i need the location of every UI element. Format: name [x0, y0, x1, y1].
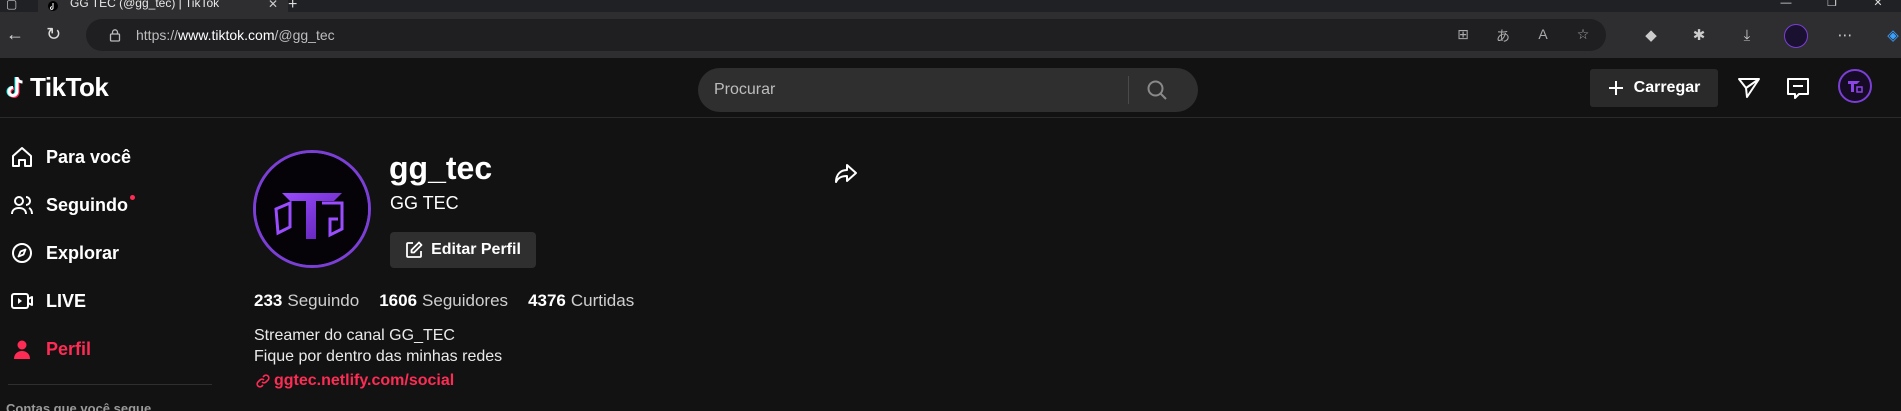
user-avatar[interactable] — [1838, 69, 1872, 103]
profile-link-text: ggtec.netlify.com/social — [274, 372, 455, 389]
copilot-icon[interactable]: ◈ — [1882, 25, 1901, 47]
inbox-icon[interactable] — [1785, 75, 1811, 101]
close-window-icon[interactable]: ✕ — [1855, 0, 1901, 12]
restore-icon[interactable]: ❐ — [1809, 0, 1855, 12]
following-stat[interactable]: 233 Seguindo — [254, 291, 359, 311]
profile-nickname: GG TEC — [390, 193, 459, 213]
logo-text: TikTok — [30, 72, 109, 102]
upload-button[interactable]: Carregar — [1590, 69, 1718, 107]
profile-username: gg_tec — [389, 150, 493, 186]
sidebar-item-live[interactable]: LIVE — [0, 277, 215, 325]
browser-tab-active[interactable]: GG TEC (@gg_tec) | TikTok ✕ — [38, 0, 288, 12]
edit-icon — [406, 241, 423, 258]
sidebar-item-following[interactable]: Seguindo — [0, 181, 215, 229]
likes-count: 4376 — [528, 291, 566, 310]
following-icon — [11, 196, 33, 215]
address-bar[interactable]: https://www.tiktok.com/@gg_tec ⊞ あ A ☆ — [86, 19, 1606, 51]
tiktok-header: TikTok Carregar — [0, 58, 1901, 118]
refresh-icon[interactable]: ↻ — [46, 24, 61, 45]
bio-line: Streamer do canal GG_TEC — [254, 327, 455, 344]
sidebar-item-profile[interactable]: Perfil — [0, 325, 215, 373]
following-accounts-heading: Contas que você segue — [6, 401, 152, 411]
workspaces-icon[interactable]: ▢ — [6, 0, 17, 11]
extensions-row: ◆ ✱ ⤓ ⋯ ◈ — [1640, 24, 1901, 48]
extensions-icon[interactable]: ✱ — [1688, 25, 1710, 47]
notification-dot — [130, 194, 135, 200]
link-icon — [256, 374, 270, 388]
sidebar-item-label: Perfil — [46, 338, 92, 359]
tiktok-logo[interactable]: TikTok — [6, 72, 109, 103]
upload-label: Carregar — [1633, 79, 1701, 96]
tiktok-note-icon — [6, 76, 23, 98]
search-box — [698, 68, 1198, 112]
browser-toolbar: ← ↻ https://www.tiktok.com/@gg_tec ⊞ あ A… — [0, 12, 1901, 58]
sidebar-item-explore[interactable]: Explorar — [0, 229, 215, 277]
more-options-icon[interactable]: ⋯ — [1834, 25, 1856, 47]
read-aloud-icon[interactable]: A — [1534, 26, 1552, 44]
following-label: Seguindo — [287, 291, 360, 310]
bio-line: Fique por dentro das minhas redes — [254, 348, 503, 365]
edit-profile-label: Editar Perfil — [431, 241, 521, 258]
sidebar-item-label: Para você — [46, 146, 132, 167]
close-tab-icon[interactable]: ✕ — [268, 0, 278, 11]
share-icon[interactable] — [833, 160, 859, 186]
profile-link[interactable]: ggtec.netlify.com/social — [256, 372, 454, 390]
home-icon — [12, 147, 32, 167]
browser-tabstrip: ▢ GG TEC (@gg_tec) | TikTok ✕ + — ❐ ✕ — [0, 0, 1901, 13]
sidebar-item-label: Seguindo — [46, 194, 128, 215]
following-count: 233 — [254, 291, 283, 310]
browser-tab-title: GG TEC (@gg_tec) | TikTok — [70, 0, 220, 10]
sidebar-item-label: LIVE — [46, 290, 87, 311]
minimize-icon[interactable]: — — [1763, 0, 1809, 12]
likes-label: Curtidas — [570, 291, 635, 310]
translate-icon[interactable]: あ — [1494, 26, 1512, 44]
messages-send-icon[interactable] — [1736, 75, 1762, 101]
search-icon[interactable] — [1129, 79, 1185, 101]
back-icon[interactable]: ← — [6, 24, 24, 45]
sidebar-item-for-you[interactable]: Para você — [0, 133, 215, 181]
edit-profile-button[interactable]: Editar Perfil — [390, 232, 536, 268]
app-available-icon[interactable]: ⊞ — [1454, 26, 1472, 44]
window-controls: — ❐ ✕ — [1763, 0, 1901, 12]
sidebar-item-label: Explorar — [46, 242, 120, 263]
address-bar-actions: ⊞ あ A ☆ — [1454, 26, 1592, 44]
plus-icon — [1608, 81, 1623, 95]
sidebar-divider — [8, 384, 212, 385]
followers-stat[interactable]: 1606 Seguidores — [379, 291, 508, 311]
followers-label: Seguidores — [422, 291, 509, 310]
likes-stat: 4376 Curtidas — [528, 291, 634, 311]
profile-stats: 233 Seguindo 1606 Seguidores 4376 Curtidas — [254, 291, 634, 311]
profile-avatar[interactable] — [253, 150, 371, 268]
favorite-star-icon[interactable]: ☆ — [1574, 26, 1592, 44]
url-text: https://www.tiktok.com/@gg_tec — [136, 27, 335, 43]
tiktok-favicon-icon — [48, 1, 58, 11]
followers-count: 1606 — [379, 291, 418, 310]
profile-icon — [14, 340, 30, 359]
profile-bio: Streamer do canal GG_TEC Fique por dentr… — [254, 325, 502, 367]
browser-profile-avatar[interactable] — [1784, 24, 1808, 48]
extension-badge-icon[interactable]: ◆ — [1640, 25, 1662, 47]
sidebar: Para você Seguindo Explorar LIVE Perfil … — [0, 118, 215, 411]
downloads-icon[interactable]: ⤓ — [1736, 25, 1758, 47]
search-input[interactable] — [698, 81, 1128, 99]
live-icon — [11, 293, 33, 309]
gg-tec-logo — [256, 153, 368, 265]
lock-icon — [109, 29, 121, 42]
explore-icon — [12, 243, 32, 263]
